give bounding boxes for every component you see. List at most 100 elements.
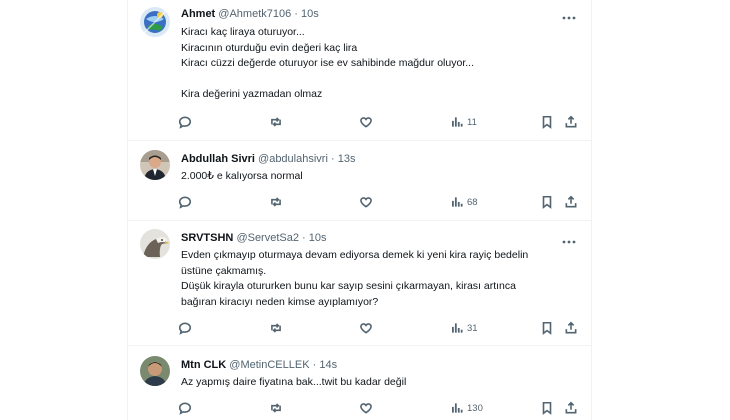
share-icon [564,401,578,415]
like-button[interactable] [359,193,373,211]
share-button[interactable] [564,113,578,131]
separator-dot: · [312,359,317,371]
share-button[interactable] [564,399,578,417]
share-button[interactable] [564,193,578,211]
tweet-text: Kiracı kaç liraya oturuyor... Kiracının … [181,25,474,103]
action-bar: 130 [178,399,578,417]
reply-button[interactable] [178,113,192,131]
retweet-button[interactable] [269,113,283,131]
bookmark-button[interactable] [540,319,554,337]
avatar-person-portrait-image [140,356,170,386]
like-icon [359,401,373,415]
tweet-text-line: 2.000₺ e kalıyorsa normal [181,170,303,182]
bookmark-button[interactable] [540,113,554,131]
bookmark-icon [540,115,554,129]
views-icon [450,195,464,209]
like-button[interactable] [359,113,373,131]
author-name[interactable]: Mtn CLK [181,359,226,371]
retweet-button[interactable] [269,193,283,211]
reply-timeline: Ahmet @Ahmetk7106 · 10s Kiracı kaç liray… [127,0,592,420]
avatar-globe-image [140,7,170,37]
share-button[interactable] [564,319,578,337]
retweet-button[interactable] [269,319,283,337]
views-count: 11 [467,116,477,128]
tweet-text-line: Evden çıkmayıp oturmaya devam ediyorsa d… [181,249,529,261]
tweet-text-line: Düşük kirayla otururken bunu kar sayıp s… [181,280,516,292]
timestamp[interactable]: 10s [301,8,319,20]
share-icon [564,115,578,129]
views-button[interactable]: 31 [450,319,478,337]
share-icon [564,321,578,335]
reply-icon [178,321,192,335]
tweet-text-line: bağıran kiracıyı neden kimse ayıplamıyor… [181,295,379,308]
more-icon [562,16,576,20]
views-icon [450,321,464,335]
tweet-text-line: Kiracı kaç liraya oturuyor... [181,26,305,38]
bookmark-button[interactable] [540,193,554,211]
reply-icon [178,195,192,209]
tweet-2[interactable]: Abdullah Sivri @abdulahsivri · 13s 2.000… [128,141,591,221]
retweet-icon [269,321,283,335]
tweet-text-line [181,72,474,88]
tweet-header: SRVTSHN @ServetSa2 · 10s [181,232,327,244]
tweet-4[interactable]: Mtn CLK @MetinCELLEK · 14s Az yapmış dai… [128,346,591,420]
timestamp[interactable]: 13s [338,153,356,165]
author-handle[interactable]: @MetinCELLEK [229,359,309,371]
reply-button[interactable] [178,399,192,417]
like-button[interactable] [359,319,373,337]
reply-icon [178,115,192,129]
like-icon [359,321,373,335]
views-count: 130 [467,402,483,414]
separator-dot: · [294,8,298,20]
author-name[interactable]: Ahmet [181,8,215,20]
tweet-3[interactable]: SRVTSHN @ServetSa2 · 10s Evden çıkmayıp … [128,221,591,346]
separator-dot: · [302,232,306,244]
views-button[interactable]: 130 [450,399,483,417]
views-button[interactable]: 68 [450,193,478,211]
author-handle[interactable]: @ServetSa2 [236,232,299,244]
avatar-person-suit-image [140,150,170,180]
action-bar: 68 [178,193,578,211]
author-name[interactable]: SRVTSHN [181,232,233,244]
timestamp[interactable]: 14s [319,359,337,371]
bookmark-icon [540,321,554,335]
tweet-1[interactable]: Ahmet @Ahmetk7106 · 10s Kiracı kaç liray… [128,0,591,141]
tweet-header: Mtn CLK @MetinCELLEK · 14s [181,359,337,371]
views-count: 68 [467,196,478,208]
share-icon [564,195,578,209]
bookmark-icon [540,195,554,209]
author-handle[interactable]: @Ahmetk7106 [218,8,291,20]
retweet-icon [269,195,283,209]
reply-button[interactable] [178,193,192,211]
tweet-text-line: Kira değerini yazmadan olmaz [181,88,323,100]
bookmark-button[interactable] [540,399,554,417]
more-options-button[interactable] [561,10,577,20]
action-bar: 31 [178,319,578,337]
like-icon [359,115,373,129]
author-handle[interactable]: @abdulahsivri [258,153,328,165]
like-button[interactable] [359,399,373,417]
tweet-header: Abdullah Sivri @abdulahsivri · 13s [181,153,355,165]
like-icon [359,195,373,209]
action-bar: 11 [178,113,578,131]
views-icon [450,401,464,415]
tweet-text-line: Kiracı cüzzi değerde oturuyor ise ev sah… [181,57,474,69]
tweet-text: Evden çıkmayıp oturmaya devam ediyorsa d… [181,248,528,310]
tweet-text-line: üstüne çakmamış. [181,264,267,277]
views-button[interactable]: 11 [450,113,477,131]
timestamp[interactable]: 10s [309,232,327,244]
tweet-text: 2.000₺ e kalıyorsa normal [181,169,303,185]
tweet-text-line: Az yapmış daire fiyatına bak...twit bu k… [181,376,407,388]
views-count: 31 [467,322,478,334]
author-name[interactable]: Abdullah Sivri [181,153,255,165]
avatar[interactable] [140,7,170,37]
more-options-button[interactable] [561,234,577,244]
avatar[interactable] [140,356,170,386]
avatar[interactable] [140,229,170,259]
tweet-header: Ahmet @Ahmetk7106 · 10s [181,8,319,20]
avatar[interactable] [140,150,170,180]
reply-button[interactable] [178,319,192,337]
retweet-button[interactable] [269,399,283,417]
bookmark-icon [540,401,554,415]
separator-dot: · [330,153,335,165]
